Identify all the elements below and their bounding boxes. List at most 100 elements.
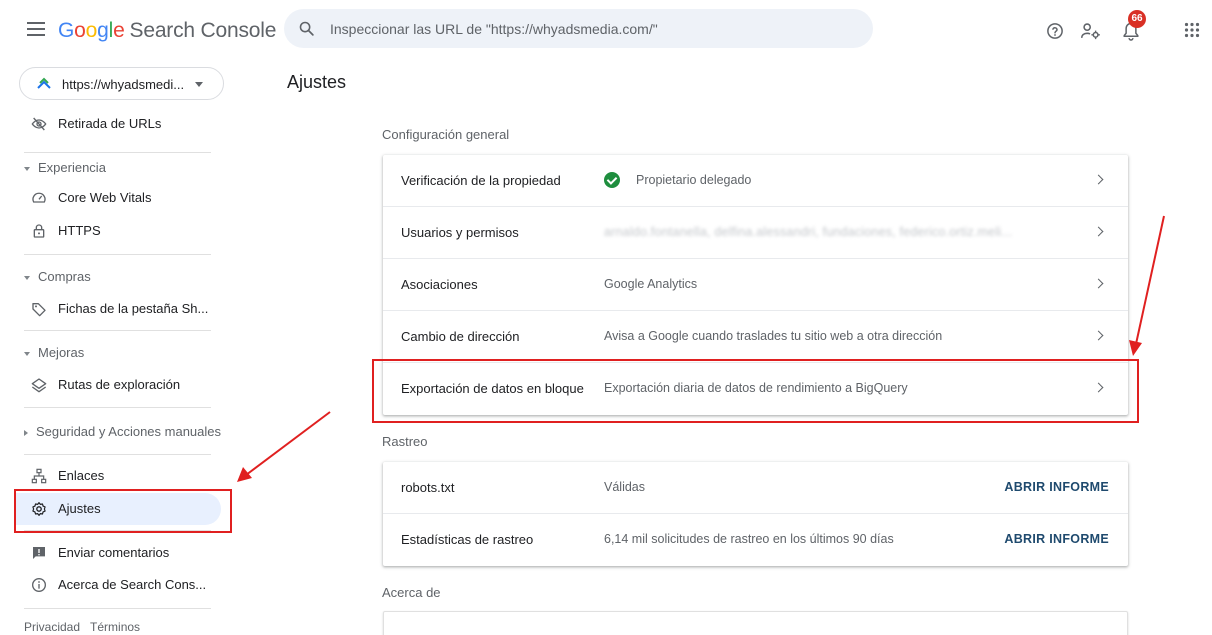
- row-value: arnaldo.fontanella, delfina.alessandri, …: [604, 225, 1013, 239]
- manage-users-icon[interactable]: [1081, 22, 1101, 40]
- feedback-icon: [33, 547, 45, 559]
- sidebar-item-https[interactable]: HTTPS: [0, 215, 252, 247]
- sidebar-item-label: Fichas de la pestaña Sh...: [58, 301, 209, 316]
- settings-row-address-change[interactable]: Cambio de dirección Avisa a Google cuand…: [383, 311, 1128, 363]
- row-value: 6,14 mil solicitudes de rastreo en los ú…: [604, 532, 894, 546]
- apps-icon[interactable]: [1184, 22, 1200, 38]
- settings-row-users[interactable]: Usuarios y permisos arnaldo.fontanella, …: [383, 207, 1128, 259]
- tag-icon: [32, 303, 46, 317]
- check-circle-icon: [604, 172, 620, 188]
- section-title-general: Configuración general: [382, 127, 510, 142]
- lock-icon: [33, 224, 45, 238]
- open-report-button[interactable]: ABRIR INFORME: [1004, 480, 1109, 494]
- annotation-highlight-box: [372, 359, 1139, 423]
- section-header-label: Mejoras: [38, 345, 85, 360]
- settings-row-robots[interactable]: robots.txt Válidas ABRIR INFORME: [383, 462, 1128, 514]
- divider: [24, 330, 211, 331]
- section-header-enhancements[interactable]: Mejoras: [24, 345, 84, 360]
- sidebar-item-breadcrumbs[interactable]: Rutas de exploración: [0, 369, 252, 401]
- logo-letter: o: [85, 19, 98, 42]
- chevron-right-icon: [1093, 226, 1104, 237]
- page-title: Ajustes: [287, 72, 347, 92]
- logo-letter: G: [58, 19, 75, 42]
- row-value: Google Analytics: [604, 277, 698, 291]
- settings-row-crawl-stats[interactable]: Estadísticas de rastreo 6,14 mil solicit…: [383, 514, 1128, 566]
- annotation-arrow: [1135, 215, 1165, 345]
- chevron-right-icon: [1093, 278, 1104, 289]
- top-app-bar: GoogleSearch Console 66: [0, 0, 1212, 64]
- info-icon: [32, 578, 46, 592]
- product-name: Search Console: [129, 19, 277, 42]
- row-label: Asociaciones: [401, 277, 478, 292]
- property-selector[interactable]: https://whyadsmedi...: [19, 67, 224, 100]
- privacy-link[interactable]: Privacidad: [24, 620, 80, 634]
- caret-down-icon: [24, 275, 30, 280]
- layers-icon: [31, 378, 47, 393]
- sidebar-item-feedback[interactable]: Enviar comentarios: [0, 537, 252, 569]
- site-favicon-icon: [37, 77, 51, 89]
- section-header-label: Compras: [38, 269, 91, 284]
- visibility-off-icon: [31, 117, 47, 131]
- sidebar-item-label: Retirada de URLs: [58, 116, 162, 131]
- help-icon[interactable]: [1046, 22, 1064, 40]
- app-logo[interactable]: Google Search Console: [58, 19, 276, 43]
- divider: [24, 454, 211, 455]
- sidebar-item-label: Enlaces: [58, 468, 105, 483]
- row-value: Propietario delegado: [636, 173, 752, 187]
- logo-letter: o: [74, 19, 86, 42]
- sidebar-item-label: Rutas de exploración: [58, 377, 181, 392]
- settings-row-verification[interactable]: Verificación de la propiedad Propietario…: [383, 155, 1128, 207]
- section-header-experience[interactable]: Experiencia: [24, 160, 106, 175]
- sidebar-item-label: Acerca de Search Cons...: [58, 577, 207, 592]
- annotation-arrowhead: [1129, 340, 1142, 356]
- open-report-button[interactable]: ABRIR INFORME: [1004, 532, 1109, 546]
- section-header-label: Experiencia: [38, 160, 106, 175]
- row-label: Usuarios y permisos: [401, 225, 519, 240]
- sidebar-item-links[interactable]: Enlaces: [0, 460, 252, 492]
- section-title-about: Acerca de: [382, 585, 441, 600]
- row-value: Válidas: [604, 480, 645, 494]
- caret-right-icon: [24, 429, 28, 436]
- sidebar-item-about[interactable]: Acerca de Search Cons...: [0, 569, 252, 601]
- menu-icon[interactable]: [27, 22, 45, 36]
- chevron-down-icon: [195, 82, 203, 87]
- url-inspection-search[interactable]: [284, 9, 873, 48]
- sidebar-item-shopping-tab[interactable]: Fichas de la pestaña Sh...: [0, 293, 252, 325]
- sidebar-item-label: Core Web Vitals: [58, 190, 152, 205]
- property-url: https://whyadsmedi...: [62, 77, 185, 92]
- sidebar-item-removals[interactable]: Retirada de URLs: [0, 108, 252, 140]
- section-header-security[interactable]: Seguridad y Acciones manuales: [24, 424, 221, 439]
- search-input[interactable]: [330, 9, 850, 48]
- caret-down-icon: [24, 351, 30, 356]
- row-label: robots.txt: [401, 480, 455, 495]
- settings-row-associations[interactable]: Asociaciones Google Analytics: [383, 259, 1128, 311]
- chevron-right-icon: [1093, 330, 1104, 341]
- logo-letter: g: [97, 19, 109, 42]
- divider: [24, 407, 211, 408]
- section-title-crawl: Rastreo: [382, 434, 428, 449]
- notification-count-badge: 66: [1128, 10, 1146, 28]
- row-label: Cambio de dirección: [401, 329, 520, 344]
- sidebar-item-label: HTTPS: [58, 223, 101, 238]
- terms-link[interactable]: Términos: [90, 620, 140, 634]
- divider: [24, 152, 211, 153]
- row-value: Avisa a Google cuando traslades tu sitio…: [604, 329, 943, 343]
- speed-gauge-icon: [32, 192, 46, 203]
- sidebar-item-core-web-vitals[interactable]: Core Web Vitals: [0, 182, 252, 214]
- section-header-shopping[interactable]: Compras: [24, 269, 91, 284]
- logo-letter: e: [113, 19, 125, 42]
- sidebar-item-label: Enviar comentarios: [58, 545, 170, 560]
- crawl-settings-card: robots.txt Válidas ABRIR INFORME Estadís…: [383, 462, 1128, 566]
- annotation-highlight-box: [14, 489, 232, 533]
- caret-down-icon: [24, 166, 30, 171]
- divider: [24, 254, 211, 255]
- row-label: Estadísticas de rastreo: [401, 532, 534, 547]
- chevron-right-icon: [1093, 174, 1104, 185]
- sidebar-nav: https://whyadsmedi... Retirada de URLs E…: [0, 64, 268, 635]
- search-icon: [299, 21, 314, 36]
- footer-links: Privacidad Términos: [24, 620, 150, 634]
- row-label: Verificación de la propiedad: [401, 173, 561, 188]
- divider: [24, 608, 211, 609]
- section-header-label: Seguridad y Acciones manuales: [36, 424, 222, 439]
- about-card: [383, 611, 1128, 635]
